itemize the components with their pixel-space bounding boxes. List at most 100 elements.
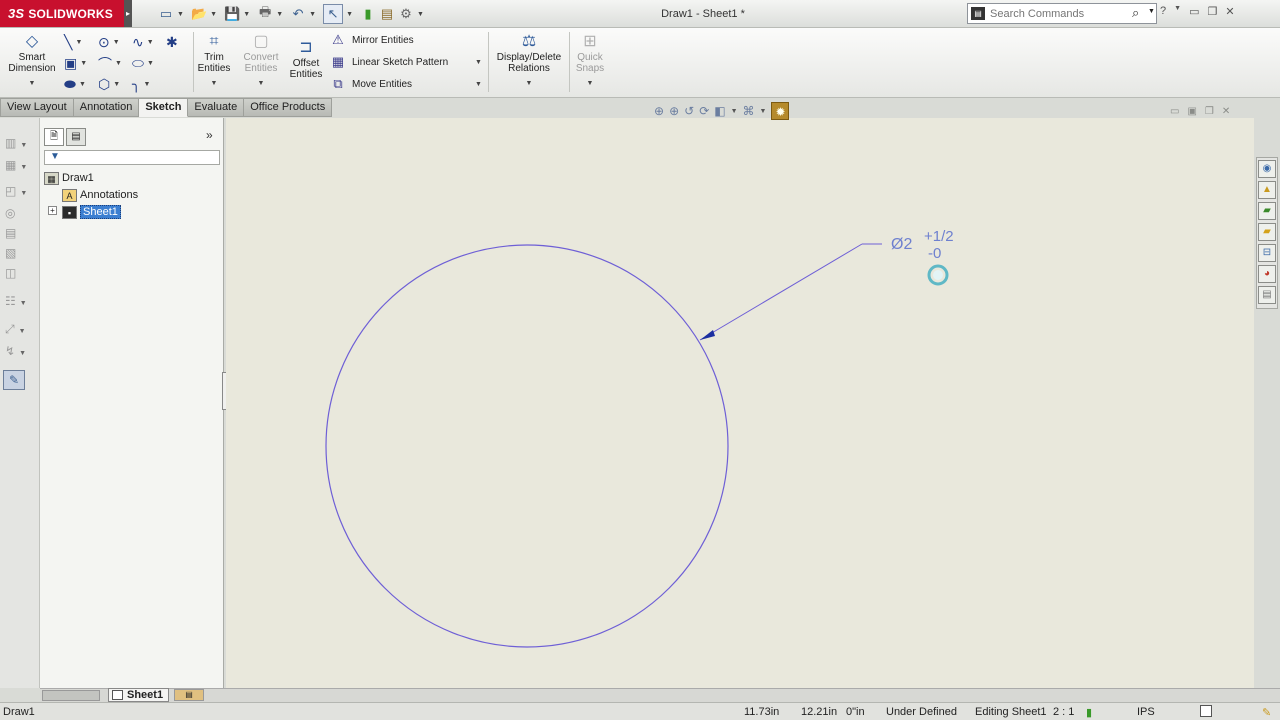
- fillet-tool[interactable]: ╮ ▼: [132, 74, 166, 95]
- polygon-tool[interactable]: ⬡ ▼: [98, 74, 132, 95]
- display-style-icon[interactable]: ◧: [714, 104, 725, 118]
- tab-evaluate[interactable]: Evaluate: [188, 98, 245, 117]
- lower-tolerance-text[interactable]: -0: [928, 245, 941, 262]
- redraw-icon[interactable]: ⟳: [699, 104, 709, 118]
- close-icon[interactable]: ✕: [1225, 5, 1234, 18]
- status-document-name: Draw1: [3, 706, 35, 718]
- search-magnifier-icon[interactable]: ⌕: [1132, 5, 1139, 21]
- quick-snaps-dropdown-icon[interactable]: ▼: [572, 78, 608, 89]
- hide-show-dropdown-icon[interactable]: ▼: [760, 108, 767, 115]
- tab-office-products[interactable]: Office Products: [244, 98, 333, 117]
- projected-view-icon[interactable]: ▦ ▼: [5, 158, 27, 172]
- trim-icon: ⌗: [209, 33, 219, 50]
- broken-view-icon[interactable]: ▤: [5, 226, 16, 240]
- help-dropdown-icon[interactable]: ▼: [1174, 5, 1181, 18]
- graphics-area[interactable]: Ø2 +1/2 -0: [226, 118, 1254, 688]
- diameter-dimension-text[interactable]: Ø2: [891, 236, 912, 253]
- status-units[interactable]: IPS: [1137, 706, 1155, 718]
- zoom-to-fit-icon[interactable]: ⊕: [654, 104, 664, 118]
- move-dropdown-icon[interactable]: ▼: [475, 81, 482, 88]
- doc-restore-icon[interactable]: ❐: [1205, 106, 1214, 117]
- table-icon[interactable]: ☷ ▼: [5, 294, 27, 308]
- spline-tool[interactable]: ∿ ▼: [132, 32, 166, 53]
- view-palette-icon[interactable]: ⊟: [1258, 244, 1276, 262]
- status-sketch-state: Under Defined: [886, 706, 957, 718]
- doc-tile-icon[interactable]: ▣: [1187, 106, 1196, 117]
- sheet-navigation-buttons[interactable]: [42, 690, 100, 701]
- doc-close-icon[interactable]: ✕: [1222, 106, 1230, 117]
- window-controls: ? ▼ ▭ ❐ ✕: [1160, 5, 1235, 18]
- circle-tool[interactable]: ⊙ ▼: [98, 32, 132, 53]
- tab-annotation[interactable]: Annotation: [73, 98, 140, 117]
- upper-tolerance-text[interactable]: +1/2: [924, 228, 954, 245]
- linear-sketch-pattern-button[interactable]: ▦ Linear Sketch Pattern ▼: [330, 54, 482, 70]
- sketch-mode-icon[interactable]: ✎: [3, 370, 25, 390]
- slot-tool[interactable]: ⬬ ▼: [64, 74, 98, 95]
- feature-tree-tab-icon[interactable]: 🗎: [44, 128, 64, 146]
- help-icon[interactable]: ?: [1160, 5, 1166, 18]
- smart-dimension-button[interactable]: ◇ Smart Dimension ▼: [4, 32, 60, 89]
- model-view-icon[interactable]: ▥ ▼: [5, 136, 27, 150]
- file-explorer-icon[interactable]: ▰: [1258, 202, 1276, 220]
- zoom-to-area-icon[interactable]: ⊕: [669, 104, 679, 118]
- smart-dimension-dropdown-icon[interactable]: ▼: [4, 78, 60, 89]
- tree-item-sheet1[interactable]: ▪ Sheet1: [62, 204, 121, 220]
- expand-sheet-icon[interactable]: +: [48, 206, 57, 215]
- restore-icon[interactable]: ❐: [1207, 5, 1217, 18]
- sketch-circle[interactable]: [325, 244, 729, 648]
- expand-panel-icon[interactable]: »: [206, 128, 213, 142]
- dimension-leader-line[interactable]: [699, 243, 863, 341]
- previous-view-icon[interactable]: ↺: [684, 104, 694, 118]
- relations-dropdown-icon[interactable]: ▼: [492, 78, 566, 89]
- rebuild-status-icon[interactable]: ▮: [1086, 706, 1092, 719]
- search-commands-box[interactable]: ▤ ⌕ ▼: [967, 3, 1157, 24]
- detail-view-icon[interactable]: ◎: [5, 206, 15, 220]
- design-library-icon[interactable]: ▲: [1258, 181, 1276, 199]
- hatch-icon[interactable]: ↯ ▼: [5, 344, 26, 358]
- section-view-icon[interactable]: ◰ ▼: [5, 184, 27, 198]
- add-sheet-icon[interactable]: ▤: [174, 689, 204, 701]
- offset-entities-button[interactable]: ⊐ Offset Entities: [286, 38, 326, 80]
- sheet-tab[interactable]: Sheet1: [108, 688, 170, 702]
- rectangle-tool[interactable]: ▣ ▼: [64, 53, 98, 74]
- search-input[interactable]: [990, 6, 1128, 21]
- mirror-entities-button[interactable]: ⚠ Mirror Entities: [330, 32, 414, 48]
- property-manager-tab-icon[interactable]: ▤: [66, 128, 86, 146]
- tree-filter-input[interactable]: ▼: [44, 150, 220, 165]
- line-tool[interactable]: ╲ ▼: [64, 32, 98, 53]
- tree-item-annotations[interactable]: A Annotations: [62, 187, 138, 203]
- move-entities-button[interactable]: ⧉ Move Entities ▼: [330, 76, 482, 92]
- solidworks-resources-icon[interactable]: ◉: [1258, 160, 1276, 178]
- arc-tool[interactable]: ⌒ ▼: [98, 53, 132, 74]
- appearances-icon[interactable]: ◕: [1258, 265, 1276, 283]
- display-style-dropdown-icon[interactable]: ▼: [731, 108, 738, 115]
- status-x-coordinate: 11.73in: [744, 706, 780, 718]
- quick-snaps-button[interactable]: ⊞ Quick Snaps ▼: [572, 32, 608, 89]
- display-delete-relations-button[interactable]: ⚖ Display/Delete Relations ▼: [492, 32, 566, 89]
- tree-item-draw1[interactable]: ▦ Draw1: [44, 170, 94, 186]
- convert-entities-button[interactable]: ▢ Convert Entities ▼: [238, 32, 284, 89]
- status-scale[interactable]: 2 : 1: [1053, 706, 1074, 718]
- linear-pattern-dropdown-icon[interactable]: ▼: [475, 59, 482, 66]
- tab-view-layout[interactable]: View Layout: [0, 98, 74, 117]
- help-tip-icon[interactable]: ✎: [1262, 706, 1271, 719]
- lightbulb-icon[interactable]: ✹: [771, 102, 790, 120]
- convert-dropdown-icon[interactable]: ▼: [238, 78, 284, 89]
- crop-view-icon[interactable]: ▧: [5, 246, 16, 260]
- view-palette-folder-icon[interactable]: ▰: [1258, 223, 1276, 241]
- custom-properties-icon[interactable]: ▤: [1258, 286, 1276, 304]
- status-options-icon[interactable]: [1200, 705, 1212, 717]
- trim-entities-button[interactable]: ⌗ Trim Entities ▼: [194, 32, 234, 89]
- hide-show-icon[interactable]: ⌘: [743, 104, 755, 118]
- drawing-sheet[interactable]: Ø2 +1/2 -0: [226, 118, 1254, 688]
- minimize-icon[interactable]: ▭: [1189, 5, 1199, 18]
- sheet-icon: ▪: [62, 205, 77, 219]
- tab-sketch[interactable]: Sketch: [139, 98, 189, 117]
- search-dropdown-icon[interactable]: ▼: [1148, 8, 1155, 15]
- centerline-icon[interactable]: ⤢ ▼: [5, 322, 26, 337]
- slot-icon: ⬬: [64, 76, 76, 92]
- trim-dropdown-icon[interactable]: ▼: [194, 78, 234, 89]
- ellipse-tool[interactable]: ⬭ ▼: [132, 53, 166, 74]
- alternate-position-icon[interactable]: ◫: [5, 266, 16, 280]
- doc-minimize-icon[interactable]: ▭: [1170, 106, 1179, 117]
